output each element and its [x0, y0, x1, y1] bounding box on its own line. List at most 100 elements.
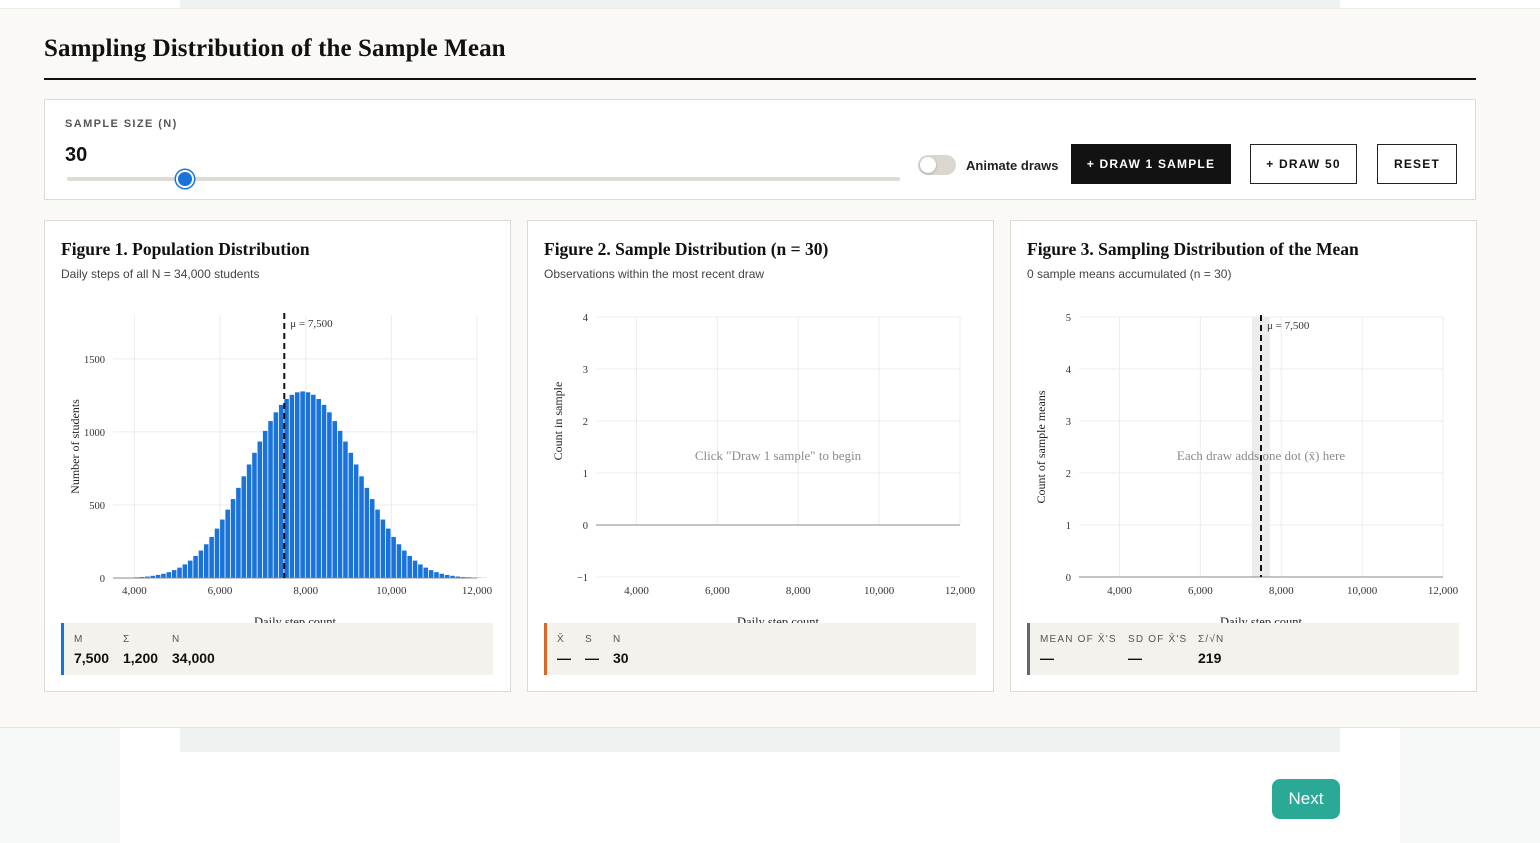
population-stats: M 7,500 Σ 1,200 N 34,000: [61, 623, 493, 675]
simulation-app: Sampling Distribution of the Sample Mean…: [0, 8, 1540, 728]
histogram-bar: [321, 404, 327, 578]
figure-subtitle: Observations within the most recent draw: [544, 267, 765, 281]
x-tick-label: 10,000: [376, 585, 407, 597]
chart-svg: −1 0 1 2 3 4 4,000 6,000 8,000 10,000 12,000 Daily …: [551, 313, 976, 623]
stat-label: Σ: [123, 634, 131, 645]
stat-value: 34,000: [172, 650, 215, 666]
stat-value: 219: [1198, 650, 1222, 666]
y-tick-label: 1: [1066, 521, 1071, 532]
animate-label: Animate draws: [966, 158, 1059, 173]
background-panel-left: [0, 728, 120, 843]
histogram-bar: [364, 487, 370, 578]
x-tick-label: 12,000: [1428, 585, 1459, 597]
sample-stats: X̄ — S — N 30: [544, 623, 976, 675]
histogram-bar: [359, 476, 364, 578]
stat-label: N: [172, 634, 181, 645]
figure-title: Figure 3. Sampling Distribution of the M…: [1027, 239, 1359, 259]
histogram-bar: [198, 550, 204, 578]
histogram-bar: [273, 412, 279, 578]
histogram-bar: [418, 564, 423, 578]
histogram-bar: [166, 572, 172, 578]
y-tick-label: 4: [1066, 365, 1072, 376]
empty-chart-message: Click "Draw 1 sample" to begin: [695, 448, 862, 463]
next-button[interactable]: Next: [1272, 779, 1340, 819]
toggle-knob: [920, 157, 936, 173]
background-panel-right: [1400, 728, 1540, 843]
histogram-bar: [337, 430, 343, 578]
x-tick-label: 6,000: [705, 585, 730, 597]
x-tick-label: 10,000: [1347, 585, 1378, 597]
figure-population-card: Figure 1. Population Distribution Daily …: [44, 220, 511, 692]
stat-label: SD OF X̄'S: [1128, 634, 1188, 645]
histogram-bar: [187, 560, 193, 578]
histogram-bar: [262, 430, 268, 578]
histogram-bar: [375, 509, 380, 578]
histogram-bar: [434, 572, 439, 578]
x-tick-label: 6,000: [1188, 585, 1213, 597]
histogram-bar: [348, 452, 354, 578]
stat-label: MEAN OF X̄'S: [1040, 634, 1117, 645]
y-tick-label: 3: [1066, 417, 1071, 428]
x-tick-label: 12,000: [462, 585, 493, 597]
histogram-bar: [295, 392, 300, 578]
sample-size-slider[interactable]: [67, 170, 900, 188]
stat-value: 1,200: [123, 650, 159, 666]
figure-sample-card: Figure 2. Sample Distribution (n = 30) O…: [527, 220, 994, 692]
animate-toggle[interactable]: [918, 155, 956, 175]
histogram-bar: [305, 392, 311, 578]
histogram-bar: [204, 544, 209, 578]
x-tick-label: 8,000: [786, 585, 811, 597]
chart-svg: μ = 7,500 0 1 2 3 4 5 4,000 6,000 8,000 10,000 12,0…: [1034, 313, 1459, 623]
chart-svg: μ = 7,500 0 500 1000 1500 4,000 6,000 8,000 10,0…: [68, 313, 493, 623]
stat-label: X̄: [557, 634, 565, 645]
histogram-bar: [289, 394, 295, 578]
draw-fifty-button[interactable]: + DRAW 50: [1250, 144, 1357, 184]
y-axis-label: Number of students: [68, 399, 82, 494]
x-tick-label: 10,000: [864, 585, 895, 597]
histogram-bar: [327, 412, 332, 578]
histogram-bar: [316, 399, 321, 578]
stat-value: —: [557, 650, 571, 666]
title-divider: [44, 78, 1476, 80]
histogram-bar: [369, 499, 375, 578]
y-tick-label: 4: [583, 313, 589, 324]
y-tick-label: 2: [1066, 469, 1071, 480]
y-tick-label: 2: [583, 417, 588, 428]
figure-subtitle: Daily steps of all N = 34,000 students: [61, 267, 260, 281]
sample-size-label: SAMPLE SIZE (N): [65, 118, 178, 130]
stat-label: M: [74, 634, 84, 645]
y-tick-label: 0: [1066, 573, 1071, 584]
histogram-bar: [220, 519, 225, 578]
control-panel: SAMPLE SIZE (N) 30 Animate draws + DRAW …: [44, 99, 1476, 200]
histogram-bar: [428, 570, 434, 578]
histogram-bar: [257, 441, 263, 578]
y-tick-label: 0: [583, 521, 588, 532]
mean-label: μ = 7,500: [1267, 320, 1310, 332]
x-tick-label: 4,000: [122, 585, 147, 597]
background-band-bottom: [180, 728, 1340, 752]
figure-title: Figure 2. Sample Distribution (n = 30): [544, 239, 829, 259]
histogram-bar: [225, 509, 230, 578]
stat-value: —: [585, 650, 599, 666]
x-axis-label: Daily step count: [254, 615, 336, 623]
sample-histogram: −1 0 1 2 3 4 4,000 6,000 8,000 10,000 12,000 Daily …: [528, 293, 993, 623]
histogram-bar: [402, 550, 407, 578]
y-tick-label: 1000: [84, 428, 105, 439]
figure-title: Figure 1. Population Distribution: [61, 239, 310, 259]
histogram-bar: [209, 536, 214, 578]
histogram-bar: [246, 464, 252, 578]
y-tick-label: 1500: [84, 355, 105, 366]
histogram-bar: [241, 476, 247, 578]
histogram-bar: [278, 404, 284, 578]
draw-one-sample-button[interactable]: + DRAW 1 SAMPLE: [1071, 144, 1231, 184]
empty-chart-message: Each draw adds one dot (x̄) here: [1177, 448, 1345, 463]
histogram-bar: [380, 519, 386, 578]
reset-button[interactable]: RESET: [1377, 144, 1457, 184]
histogram-bar: [300, 391, 305, 578]
slider-thumb[interactable]: [175, 170, 194, 188]
histogram-bar: [236, 487, 241, 578]
histogram-bar: [268, 421, 273, 578]
x-axis-label: Daily step count: [737, 615, 819, 623]
y-tick-label: 0: [100, 574, 105, 585]
y-axis-label: Count of sample means: [1034, 390, 1048, 503]
